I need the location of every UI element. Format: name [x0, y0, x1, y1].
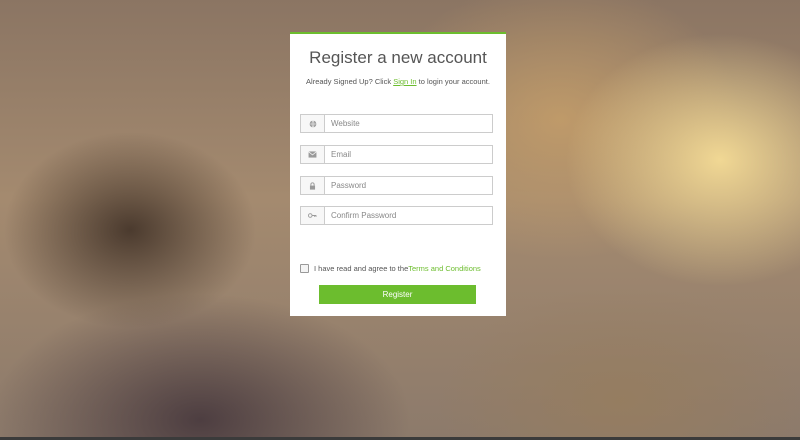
globe-icon	[301, 115, 325, 132]
signin-prompt-suffix: to login your account.	[416, 77, 490, 86]
terms-link[interactable]: Terms and Conditions	[408, 264, 481, 273]
website-field	[300, 114, 493, 133]
register-button[interactable]: Register	[319, 285, 476, 304]
signin-prompt-prefix: Already Signed Up? Click	[306, 77, 394, 86]
envelope-icon	[301, 146, 325, 163]
email-input[interactable]	[325, 146, 492, 163]
confirm-password-field	[300, 206, 493, 225]
terms-label: I have read and agree to the	[314, 264, 409, 273]
terms-agreement: I have read and agree to the Terms and C…	[300, 264, 481, 273]
password-input[interactable]	[325, 177, 492, 194]
website-input[interactable]	[325, 115, 492, 132]
register-card: Register a new account Already Signed Up…	[290, 32, 506, 316]
email-field	[300, 145, 493, 164]
signin-link[interactable]: Sign In	[393, 77, 416, 86]
lock-icon	[301, 177, 325, 194]
password-field	[300, 176, 493, 195]
terms-checkbox[interactable]	[300, 264, 309, 273]
confirm-password-input[interactable]	[325, 207, 492, 224]
key-icon	[301, 207, 325, 224]
page-title: Register a new account	[309, 48, 487, 67]
signin-prompt: Already Signed Up? Click Sign In to logi…	[290, 77, 506, 86]
